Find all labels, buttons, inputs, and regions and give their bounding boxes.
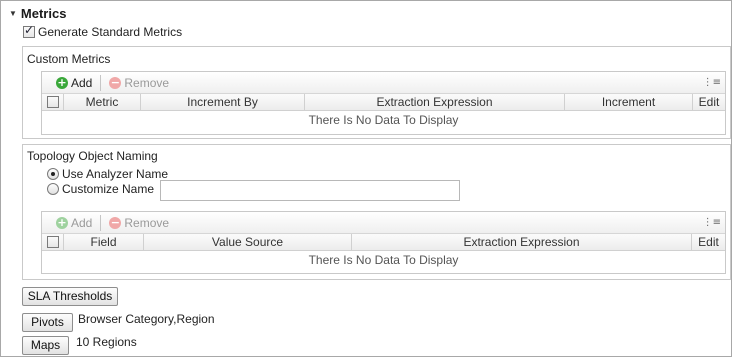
custom-metrics-header-row: Metric Increment By Extraction Expressio…: [42, 94, 725, 111]
remove-icon: −: [109, 215, 122, 229]
remove-icon: −: [109, 75, 122, 89]
column-header-increment[interactable]: Increment: [565, 94, 693, 110]
topology-grid: + Add − Remove ⋮≡ Field Value Source Ext…: [41, 211, 726, 274]
customize-name-row: Customize Name: [47, 182, 154, 196]
generate-standard-metrics-label: Generate Standard Metrics: [38, 25, 183, 39]
toolbar-separator: [100, 214, 102, 231]
pivots-button[interactable]: Pivots: [22, 313, 73, 332]
custom-metrics-remove-button[interactable]: − Remove: [103, 76, 175, 90]
sla-thresholds-button[interactable]: SLA Thresholds: [22, 287, 118, 306]
topology-remove-button[interactable]: − Remove: [103, 216, 175, 230]
generate-standard-metrics-checkbox[interactable]: [23, 23, 35, 38]
maps-value: 10 Regions: [76, 335, 137, 349]
maps-button[interactable]: Maps: [22, 336, 69, 355]
custom-metrics-grid: + Add − Remove ⋮≡ Metric Increment By Ex…: [41, 71, 726, 135]
column-chooser-icon[interactable]: ⋮≡: [703, 217, 721, 228]
custom-metrics-box: Custom Metrics + Add − Remove ⋮≡ Metric: [22, 46, 731, 139]
generate-standard-metrics-row: Generate Standard Metrics: [23, 23, 183, 39]
topology-empty-message: There Is No Data To Display: [308, 253, 459, 267]
column-header-extraction-expression[interactable]: Extraction Expression: [352, 234, 692, 250]
collapse-triangle-icon[interactable]: ▼: [9, 9, 17, 18]
customize-name-label: Customize Name: [62, 182, 155, 196]
custom-metrics-title: Custom Metrics: [27, 52, 111, 66]
select-all-checkbox[interactable]: [46, 236, 59, 248]
metrics-header[interactable]: ▼ Metrics: [9, 6, 66, 21]
use-analyzer-name-row: Use Analyzer Name: [47, 167, 168, 181]
toolbar-separator: [100, 74, 102, 91]
add-icon: +: [56, 75, 68, 89]
remove-label: Remove: [124, 215, 170, 230]
topology-toolbar: + Add − Remove ⋮≡: [42, 212, 725, 234]
custom-metrics-toolbar: + Add − Remove ⋮≡: [42, 72, 725, 94]
topology-add-button[interactable]: + Add: [50, 216, 98, 230]
topology-naming-box: Topology Object Naming Use Analyzer Name…: [22, 144, 731, 280]
topology-header-row: Field Value Source Extraction Expression…: [42, 234, 725, 251]
column-chooser-icon[interactable]: ⋮≡: [703, 77, 721, 88]
customize-name-radio[interactable]: [47, 183, 59, 195]
column-header-extraction-expression[interactable]: Extraction Expression: [305, 94, 565, 110]
use-analyzer-name-radio[interactable]: [47, 168, 59, 180]
add-icon: +: [56, 215, 68, 229]
custom-metrics-add-button[interactable]: + Add: [50, 76, 98, 90]
pivots-value: Browser Category,Region: [78, 312, 215, 326]
column-header-field[interactable]: Field: [64, 234, 144, 250]
add-label: Add: [71, 75, 93, 90]
custom-metrics-empty-message: There Is No Data To Display: [308, 113, 459, 127]
column-header-increment-by[interactable]: Increment By: [141, 94, 305, 110]
metrics-panel: ▼ Metrics Generate Standard Metrics Cust…: [0, 0, 732, 357]
column-header-metric[interactable]: Metric: [64, 94, 141, 110]
topology-naming-title: Topology Object Naming: [27, 149, 158, 163]
select-all-cell: [42, 94, 64, 110]
customize-name-input[interactable]: [160, 180, 460, 201]
remove-label: Remove: [124, 75, 170, 90]
column-header-edit[interactable]: Edit: [692, 234, 725, 250]
column-header-value-source[interactable]: Value Source: [144, 234, 352, 250]
add-label: Add: [71, 215, 93, 230]
select-all-cell: [42, 234, 64, 250]
use-analyzer-name-label: Use Analyzer Name: [62, 167, 169, 181]
select-all-checkbox[interactable]: [46, 96, 59, 108]
column-header-edit[interactable]: Edit: [693, 94, 725, 110]
metrics-title: Metrics: [20, 6, 67, 21]
